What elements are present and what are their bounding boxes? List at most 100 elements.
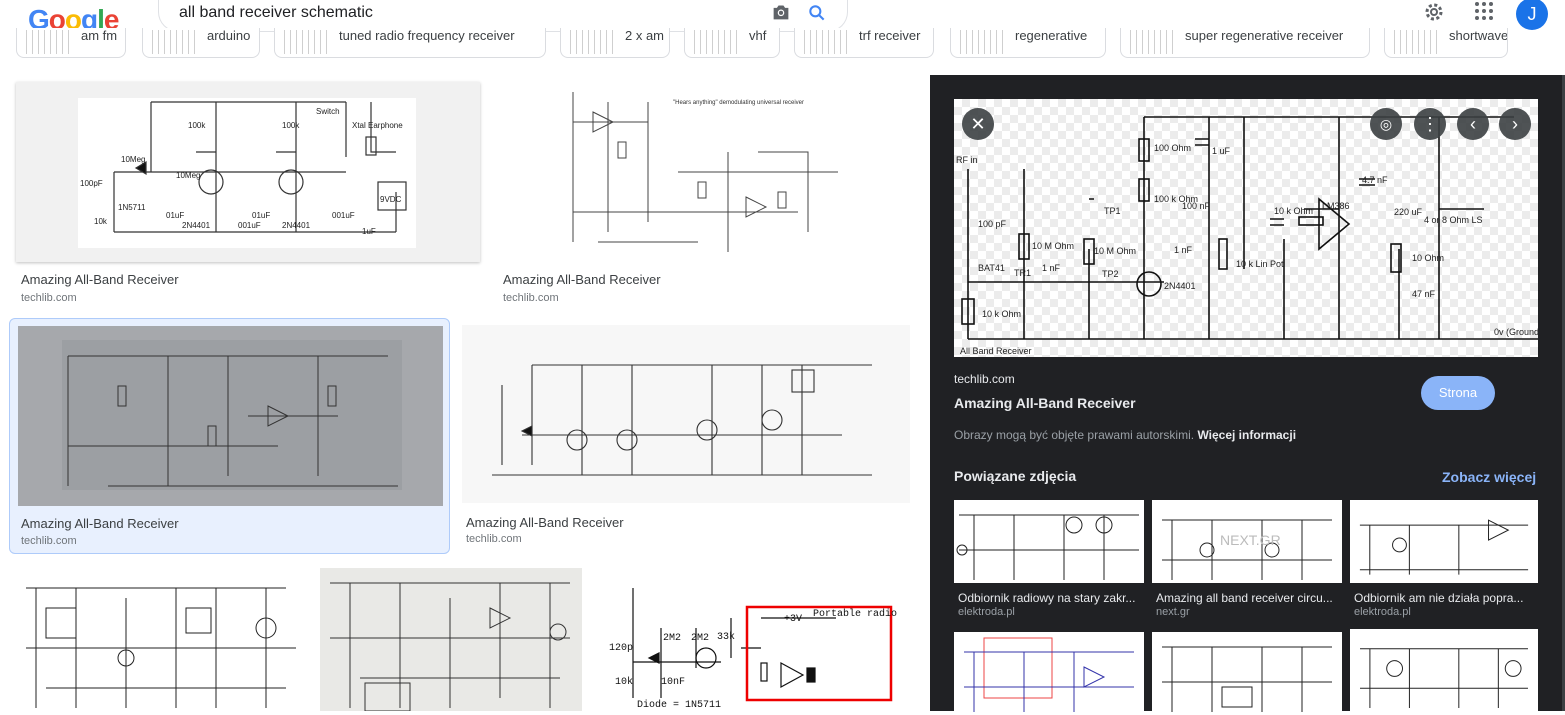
chip[interactable]: regenerative: [950, 28, 1106, 58]
chip-label: shortwave: [1449, 28, 1508, 43]
account-avatar[interactable]: J: [1516, 0, 1548, 30]
result-title[interactable]: Amazing All-Band Receiver: [21, 272, 179, 287]
apps-grid-icon[interactable]: [1474, 1, 1494, 21]
schematic-label: 100k: [188, 121, 206, 130]
next-icon[interactable]: ›: [1499, 108, 1531, 140]
related-image[interactable]: [1350, 629, 1540, 711]
chip[interactable]: vhf: [684, 28, 780, 58]
schematic-label: 47 nF: [1412, 289, 1436, 299]
preview-title[interactable]: Amazing All-Band Receiver: [954, 395, 1136, 411]
chip[interactable]: trf receiver: [794, 28, 934, 58]
image-result-selected[interactable]: Amazing All-Band Receiver techlib.com: [9, 318, 450, 554]
related-thumbnail[interactable]: [1350, 500, 1538, 583]
result-source[interactable]: techlib.com: [466, 533, 522, 545]
schematic-label: 001uF: [238, 221, 261, 230]
chip-thumbnail: [147, 30, 199, 54]
camera-icon[interactable]: [771, 3, 791, 21]
previous-icon[interactable]: ‹: [1457, 108, 1489, 140]
related-thumbnail[interactable]: [1152, 632, 1342, 715]
result-thumbnail[interactable]: "Hears anything" demodulating universal …: [498, 82, 910, 262]
schematic-label: RF in: [956, 155, 978, 165]
schematic-label: 10 k Lin Pot: [1236, 259, 1284, 269]
schematic-label: 120p: [609, 643, 633, 654]
more-info-link[interactable]: Więcej informacji: [1197, 428, 1296, 442]
related-source[interactable]: elektroda.pl: [1354, 606, 1411, 618]
schematic-label: Xtal Earphone: [352, 121, 403, 130]
result-source[interactable]: techlib.com: [503, 292, 559, 304]
related-source[interactable]: elektroda.pl: [958, 606, 1015, 618]
schematic-label: 4 or 8 Ohm LS: [1424, 215, 1483, 225]
schematic-label: Diode = 1N5711: [637, 699, 721, 711]
schematic-label: 9VDC: [380, 195, 402, 204]
related-thumbnail[interactable]: [954, 500, 1144, 583]
chip-label: vhf: [749, 28, 767, 43]
image-result[interactable]: +3V Portable radio Diode = 1N5711 120p 1…: [601, 568, 909, 711]
related-thumbnail[interactable]: [1350, 629, 1538, 711]
search-icon[interactable]: [807, 3, 827, 23]
schematic-label: 2N4401: [182, 221, 211, 230]
search-input[interactable]: all band receiver schematic: [179, 4, 373, 22]
chip-thumbnail: [279, 30, 331, 54]
result-thumbnail[interactable]: [462, 325, 910, 503]
result-thumbnail[interactable]: +3V Portable radio Diode = 1N5711 120p 1…: [601, 568, 909, 711]
visit-button[interactable]: Strona: [1421, 376, 1495, 410]
preview-image[interactable]: RF in 100 pF 10 M Ohm BAT41 TR1 1 nF 10 …: [954, 99, 1538, 357]
related-source[interactable]: next.gr: [1156, 606, 1190, 618]
chip-scroll-arrow[interactable]: [1553, 38, 1565, 70]
schematic-label: 01uF: [252, 211, 270, 220]
image-result[interactable]: Amazing All-Band Receiver techlib.com: [462, 325, 910, 555]
chip[interactable]: am fm: [16, 28, 126, 58]
related-image[interactable]: [1152, 632, 1342, 715]
result-title[interactable]: Amazing All-Band Receiver: [466, 515, 624, 530]
result-source[interactable]: techlib.com: [21, 535, 77, 547]
chip[interactable]: 2 x am: [560, 28, 670, 58]
schematic-label: 1N5711: [118, 203, 146, 212]
chip[interactable]: super regenerative receiver: [1120, 28, 1370, 58]
result-thumbnail[interactable]: [320, 568, 582, 711]
schematic-label: 01uF: [166, 211, 184, 220]
image-result[interactable]: [16, 568, 300, 711]
result-thumbnail[interactable]: 10Meg 100k 100k Switch Xtal Earphone 100…: [16, 82, 480, 262]
schematic-label: Portable radio: [813, 608, 897, 620]
related-thumbnail[interactable]: [954, 632, 1144, 715]
chip[interactable]: arduino: [142, 28, 260, 58]
schematic-image: 10Meg 100k 100k Switch Xtal Earphone 100…: [78, 98, 416, 248]
result-source[interactable]: techlib.com: [21, 292, 77, 304]
related-title[interactable]: Odbiornik am nie działa popra...: [1354, 591, 1536, 605]
schematic-image: [62, 340, 402, 490]
schematic-label: LM386: [1322, 201, 1350, 211]
image-result[interactable]: [320, 568, 582, 711]
image-result[interactable]: 10Meg 100k 100k Switch Xtal Earphone 100…: [16, 82, 480, 312]
chip-thumbnail: [1389, 30, 1441, 54]
close-icon[interactable]: ✕: [962, 108, 994, 140]
chip-thumbnail: [565, 30, 617, 54]
image-results: 10Meg 100k 100k Switch Xtal Earphone 100…: [0, 60, 928, 711]
result-title[interactable]: Amazing All-Band Receiver: [21, 516, 179, 531]
schematic-label: 100 Ohm: [1154, 143, 1191, 153]
result-thumbnail[interactable]: [18, 326, 443, 506]
related-image[interactable]: Odbiornik am nie działa popra... elektro…: [1350, 500, 1540, 620]
schematic-label: 10 Ohm: [1412, 253, 1444, 263]
image-result[interactable]: "Hears anything" demodulating universal …: [498, 82, 910, 312]
related-title[interactable]: Odbiornik radiowy na stary zakr...: [958, 591, 1140, 605]
see-more-link[interactable]: Zobacz więcej: [1442, 469, 1536, 485]
chip[interactable]: tuned radio frequency receiver: [274, 28, 546, 58]
related-image[interactable]: [954, 632, 1144, 715]
schematic-label: 10 M Ohm: [1094, 246, 1136, 256]
related-title[interactable]: Amazing all band receiver circu...: [1156, 591, 1338, 605]
related-thumbnail[interactable]: NEXT.GR: [1152, 500, 1342, 583]
related-image[interactable]: NEXT.GR Amazing all band receiver circu.…: [1152, 500, 1342, 620]
schematic-label: 10 k Ohm: [982, 309, 1021, 319]
schematic-label: 10k: [94, 217, 108, 226]
schematic-label: 1 nF: [1174, 245, 1193, 255]
result-title[interactable]: Amazing All-Band Receiver: [503, 272, 661, 287]
lens-search-icon[interactable]: ◎: [1370, 108, 1402, 140]
more-options-icon[interactable]: ⋮: [1414, 108, 1446, 140]
gear-icon[interactable]: [1422, 0, 1446, 24]
chip-label: regenerative: [1015, 28, 1088, 43]
related-image[interactable]: Odbiornik radiowy na stary zakr... elekt…: [954, 500, 1144, 620]
result-thumbnail[interactable]: [16, 568, 300, 711]
preview-source[interactable]: techlib.com: [954, 372, 1015, 386]
chip[interactable]: shortwave: [1384, 28, 1508, 58]
schematic-label: BAT41: [978, 263, 1005, 273]
